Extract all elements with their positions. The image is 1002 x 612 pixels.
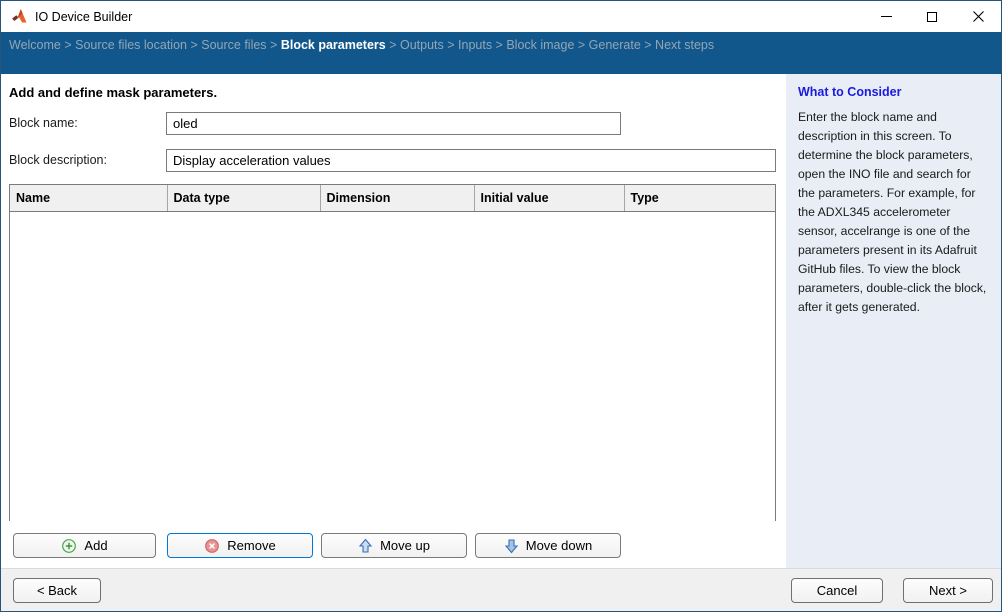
next-button[interactable]: Next >: [903, 578, 993, 603]
column-header: Type: [624, 185, 775, 211]
help-panel: What to Consider Enter the block name an…: [786, 74, 1001, 568]
help-panel-text: Enter the block name and description in …: [798, 108, 991, 317]
breadcrumb-separator: >: [386, 38, 400, 52]
arrow-down-icon: [504, 538, 519, 554]
block-description-input[interactable]: [166, 149, 776, 172]
block-name-label: Block name:: [9, 116, 78, 130]
breadcrumb-step: Block parameters: [281, 38, 386, 52]
back-button[interactable]: < Back: [13, 578, 101, 603]
breadcrumb: Welcome > Source files location > Source…: [1, 32, 1001, 74]
column-header: Data type: [167, 185, 320, 211]
breadcrumb-step: Next steps: [655, 38, 714, 52]
plus-circle-icon: [61, 538, 77, 554]
table-header-row: NameData typeDimensionInitial valueType: [10, 185, 775, 211]
column-header: Initial value: [474, 185, 624, 211]
breadcrumb-separator: >: [61, 38, 75, 52]
remove-button-label: Remove: [227, 538, 275, 553]
main-content: Add and define mask parameters. Block na…: [1, 74, 1001, 568]
arrow-up-icon: [358, 538, 373, 554]
title-bar: IO Device Builder: [1, 1, 1001, 32]
breadcrumb-step: Outputs: [400, 38, 444, 52]
remove-button[interactable]: Remove: [167, 533, 313, 558]
breadcrumb-separator: >: [267, 38, 281, 52]
window-title: IO Device Builder: [35, 10, 132, 24]
minimize-icon: [881, 16, 892, 17]
minimize-button[interactable]: [863, 1, 909, 32]
breadcrumb-step: Welcome: [9, 38, 61, 52]
move-up-button[interactable]: Move up: [321, 533, 467, 558]
breadcrumb-step: Source files: [201, 38, 266, 52]
breadcrumb-separator: >: [444, 38, 458, 52]
block-name-input[interactable]: [166, 112, 621, 135]
block-description-label: Block description:: [9, 153, 107, 167]
breadcrumb-separator: >: [574, 38, 588, 52]
help-panel-heading: What to Consider: [798, 85, 991, 99]
breadcrumb-step: Generate: [589, 38, 641, 52]
breadcrumb-separator: >: [187, 38, 201, 52]
maximize-button[interactable]: [909, 1, 955, 32]
window-controls: [863, 1, 1001, 32]
breadcrumb-separator: >: [492, 38, 506, 52]
move-up-button-label: Move up: [380, 538, 430, 553]
close-button[interactable]: [955, 1, 1001, 32]
move-down-button-label: Move down: [526, 538, 592, 553]
footer-bar: < Back Cancel Next >: [1, 568, 1001, 612]
parameters-table: NameData typeDimensionInitial valueType: [9, 184, 776, 521]
add-button[interactable]: Add: [13, 533, 156, 558]
breadcrumb-step: Block image: [506, 38, 574, 52]
io-device-builder-window: IO Device Builder Welcome > Source files…: [0, 0, 1002, 612]
add-button-label: Add: [84, 538, 107, 553]
table-body-empty: [10, 212, 775, 522]
breadcrumb-step: Inputs: [458, 38, 492, 52]
breadcrumb-separator: >: [641, 38, 655, 52]
cancel-button[interactable]: Cancel: [791, 578, 883, 603]
column-header: Name: [10, 185, 167, 211]
column-header: Dimension: [320, 185, 474, 211]
breadcrumb-step: Source files location: [75, 38, 187, 52]
move-down-button[interactable]: Move down: [475, 533, 621, 558]
matlab-logo-icon: [11, 8, 28, 25]
page-title: Add and define mask parameters.: [9, 85, 217, 100]
close-icon: [973, 11, 984, 22]
maximize-icon: [927, 12, 937, 22]
x-circle-icon: [204, 538, 220, 554]
